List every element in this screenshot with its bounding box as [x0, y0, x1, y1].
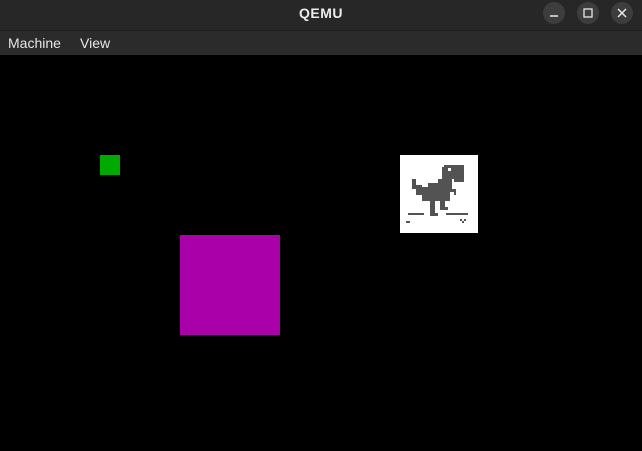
magenta-square — [180, 235, 280, 335]
close-button[interactable] — [611, 2, 633, 24]
minimize-button[interactable] — [543, 2, 565, 24]
title-bar[interactable]: QEMU — [0, 0, 642, 30]
green-square — [100, 155, 120, 175]
dinosaur-icon — [406, 165, 468, 223]
guest-display[interactable] — [0, 55, 642, 451]
menu-machine[interactable]: Machine — [8, 31, 61, 55]
qemu-window: QEMU Machine View — [0, 0, 642, 451]
dinosaur-sprite — [400, 155, 478, 233]
maximize-button[interactable] — [577, 2, 599, 24]
menu-view[interactable]: View — [80, 31, 110, 55]
maximize-icon — [583, 8, 593, 18]
minimize-icon — [550, 15, 558, 17]
menu-bar: Machine View — [0, 30, 642, 55]
close-icon — [617, 8, 627, 18]
